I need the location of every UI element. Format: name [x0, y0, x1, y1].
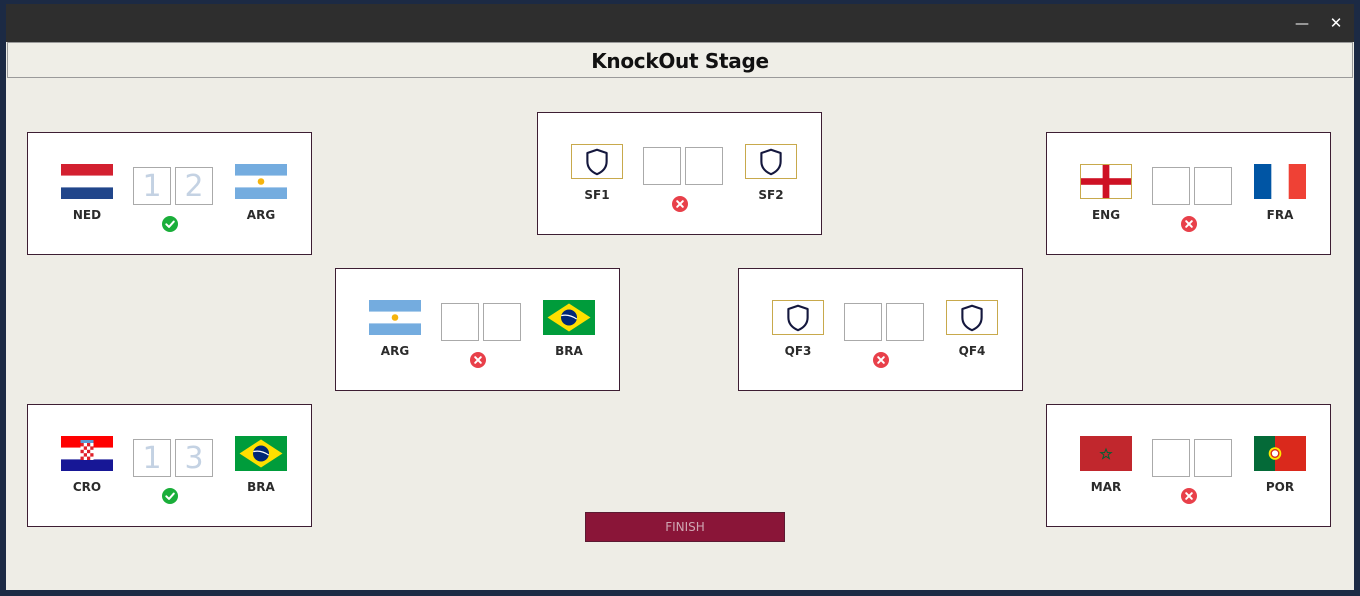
flag-portugal-icon	[1254, 436, 1306, 471]
flag-morocco-icon	[1080, 436, 1132, 471]
score-input-a[interactable]	[441, 303, 479, 341]
team-a-name: ARG	[380, 344, 410, 358]
team-a-name: MAR	[1090, 480, 1122, 494]
team-a-name: QF3	[784, 344, 812, 358]
shield-icon	[772, 300, 824, 335]
shield-icon	[745, 144, 797, 179]
flag-france-icon	[1254, 164, 1306, 199]
team-b-name: SF2	[758, 188, 784, 202]
check-icon	[162, 216, 178, 232]
match-card-ned-arg: NED 1 2 ARG	[27, 132, 312, 255]
team-a-name: CRO	[72, 480, 102, 494]
error-icon	[1181, 216, 1197, 232]
team-b-name: QF4	[958, 344, 986, 358]
flag-brazil-icon	[543, 300, 595, 335]
score-input-b[interactable]	[483, 303, 521, 341]
error-icon	[470, 352, 486, 368]
score-input-b[interactable]	[1194, 167, 1232, 205]
score-input-a[interactable]	[643, 147, 681, 185]
score-input-b[interactable]	[886, 303, 924, 341]
team-a-name: SF1	[584, 188, 610, 202]
finish-button[interactable]: FINISH	[585, 512, 785, 542]
flag-england-icon	[1080, 164, 1132, 199]
error-icon	[1181, 488, 1197, 504]
team-a-name: ENG	[1091, 208, 1121, 222]
match-card-cro-bra: CRO 1 3 BRA	[27, 404, 312, 527]
score-input-b[interactable]	[685, 147, 723, 185]
flag-brazil-icon	[235, 436, 287, 471]
score-input-b[interactable]: 2	[175, 167, 213, 205]
team-b-name: POR	[1265, 480, 1295, 494]
header-bar: KnockOut Stage	[7, 42, 1353, 78]
team-b-name: FRA	[1266, 208, 1294, 222]
score-input-b[interactable]	[1194, 439, 1232, 477]
minimize-button[interactable]: —	[1290, 11, 1314, 35]
score-input-b[interactable]: 3	[175, 439, 213, 477]
flag-argentina-icon	[235, 164, 287, 199]
match-card-arg-bra: ARG BRA	[335, 268, 620, 391]
team-a-name: NED	[72, 208, 102, 222]
score-input-a[interactable]	[844, 303, 882, 341]
error-icon	[672, 196, 688, 212]
error-icon	[873, 352, 889, 368]
check-icon	[162, 488, 178, 504]
flag-argentina-icon	[369, 300, 421, 335]
shield-icon	[571, 144, 623, 179]
app-window: — ✕ KnockOut Stage NED 1 2 ARG CRO 1 3 B…	[6, 4, 1354, 590]
team-b-name: BRA	[247, 480, 275, 494]
team-b-name: BRA	[555, 344, 583, 358]
score-input-a[interactable]	[1152, 167, 1190, 205]
page-title: KnockOut Stage	[591, 49, 769, 73]
close-button[interactable]: ✕	[1324, 11, 1348, 35]
match-card-quarterfinal: QF3 QF4	[738, 268, 1023, 391]
flag-croatia-icon	[61, 436, 113, 471]
shield-icon	[946, 300, 998, 335]
match-card-mar-por: MAR POR	[1046, 404, 1331, 527]
score-input-a[interactable]	[1152, 439, 1190, 477]
score-input-a[interactable]: 1	[133, 439, 171, 477]
score-input-a[interactable]: 1	[133, 167, 171, 205]
match-card-eng-fra: ENG FRA	[1046, 132, 1331, 255]
title-bar: — ✕	[6, 4, 1354, 42]
team-b-name: ARG	[246, 208, 276, 222]
match-card-semifinal: SF1 SF2	[537, 112, 822, 235]
flag-netherlands-icon	[61, 164, 113, 199]
